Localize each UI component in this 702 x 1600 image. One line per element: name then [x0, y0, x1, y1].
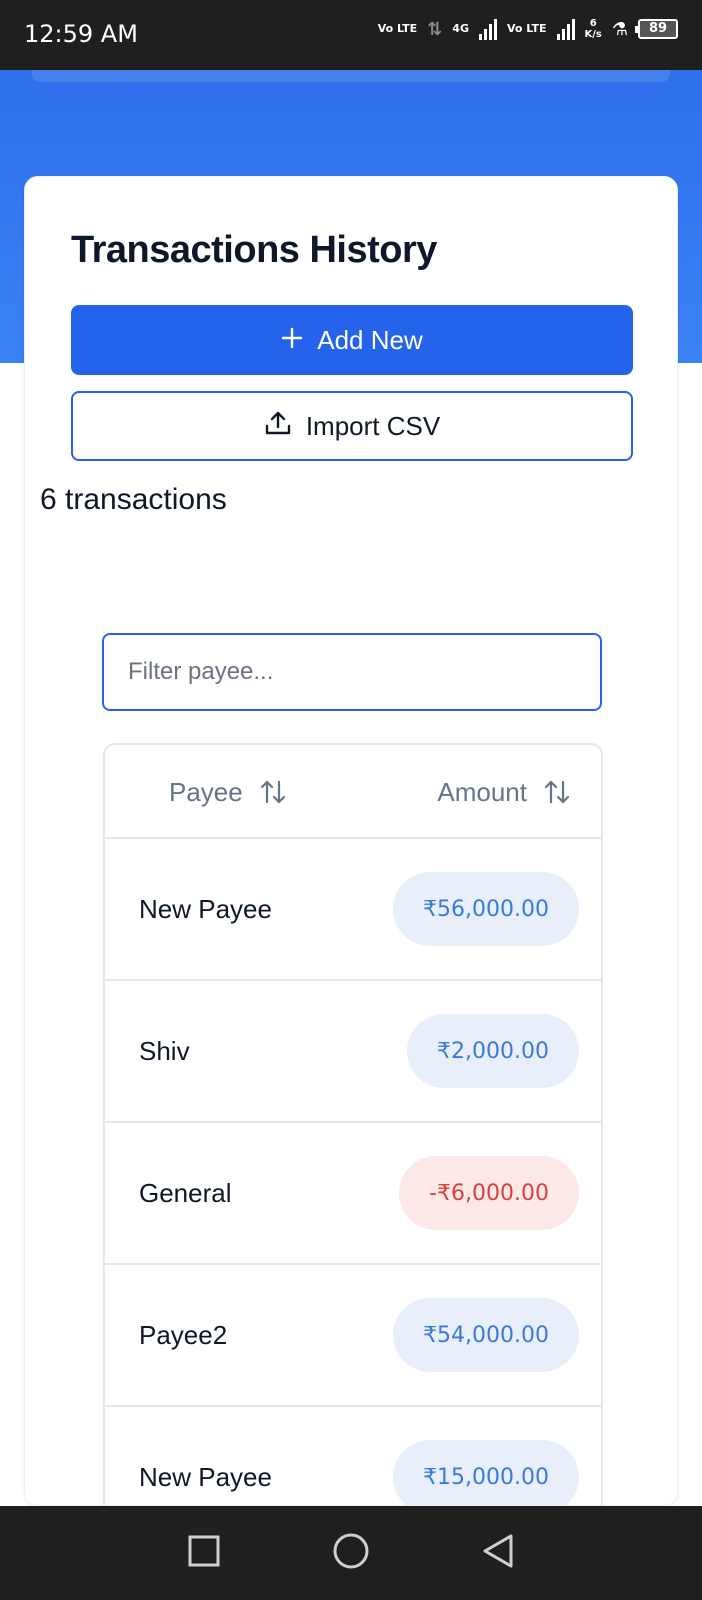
transactions-table: Payee Amount New Payee ₹56,000.00 Shiv ₹…: [103, 743, 603, 1507]
sort-arrows-icon: [259, 779, 287, 805]
status-icons: Vo LTE ⇅ 4G Vo LTE 6 K/s ⚗ 89: [378, 18, 678, 40]
signal-icon-2: [556, 18, 575, 40]
row-amount-badge: -₹6,000.00: [399, 1156, 579, 1230]
system-nav-bar: [0, 1506, 702, 1600]
row-payee: Shiv: [139, 1035, 190, 1066]
triangle-back-icon: [481, 1533, 515, 1574]
row-amount-badge: ₹15,000.00: [393, 1440, 579, 1507]
recent-apps-button[interactable]: [182, 1531, 226, 1575]
add-new-label: Add New: [317, 324, 423, 355]
circle-icon: [332, 1532, 370, 1575]
table-row[interactable]: New Payee ₹56,000.00: [105, 839, 601, 981]
payee-column-header[interactable]: Payee: [169, 745, 287, 839]
status-bar: 12:59 AM Vo LTE ⇅ 4G Vo LTE 6 K/s ⚗ 89: [0, 0, 702, 70]
net-speed: 6 K/s: [584, 18, 602, 40]
import-csv-label: Import CSV: [305, 410, 441, 441]
amount-column-header[interactable]: Amount: [437, 745, 571, 839]
table-header: Payee Amount: [105, 745, 601, 839]
table-row[interactable]: General -₹6,000.00: [105, 1123, 601, 1265]
filter-payee-input[interactable]: [102, 633, 602, 711]
amount-header-label: Amount: [437, 776, 527, 807]
row-amount-badge: ₹2,000.00: [407, 1014, 579, 1088]
add-new-button[interactable]: Add New: [71, 305, 633, 375]
volte-label-2: Vo LTE: [506, 22, 547, 35]
flask-icon: ⚗: [611, 18, 628, 40]
upload-icon: [264, 410, 292, 443]
back-button[interactable]: [476, 1531, 520, 1575]
transactions-card: Transactions History Add New Import CSV …: [24, 176, 678, 1507]
row-amount-badge: ₹56,000.00: [393, 872, 579, 946]
volte-label: Vo LTE: [377, 22, 418, 35]
row-payee: General: [139, 1177, 232, 1208]
sort-arrows-icon: [543, 779, 571, 805]
table-row[interactable]: Shiv ₹2,000.00: [105, 981, 601, 1123]
transaction-count: 6 transactions: [40, 483, 227, 516]
import-csv-button[interactable]: Import CSV: [71, 391, 633, 461]
row-amount-badge: ₹54,000.00: [393, 1298, 579, 1372]
signal-icon: [478, 18, 497, 40]
table-row[interactable]: New Payee ₹15,000.00: [105, 1407, 601, 1507]
data-arrows-icon: ⇅: [427, 18, 443, 40]
table-row[interactable]: Payee2 ₹54,000.00: [105, 1265, 601, 1407]
row-payee: New Payee: [139, 893, 272, 924]
row-payee: Payee2: [139, 1319, 228, 1350]
status-time: 12:59 AM: [24, 20, 138, 48]
home-button[interactable]: [329, 1531, 373, 1575]
page-title: Transactions History: [71, 229, 437, 271]
network-type-label: 4G: [452, 22, 469, 35]
square-icon: [188, 1535, 220, 1572]
header-bar: [32, 70, 670, 82]
plus-icon: [281, 325, 303, 356]
row-payee: New Payee: [139, 1461, 272, 1492]
payee-header-label: Payee: [169, 776, 243, 807]
battery-icon: 89: [635, 19, 678, 39]
